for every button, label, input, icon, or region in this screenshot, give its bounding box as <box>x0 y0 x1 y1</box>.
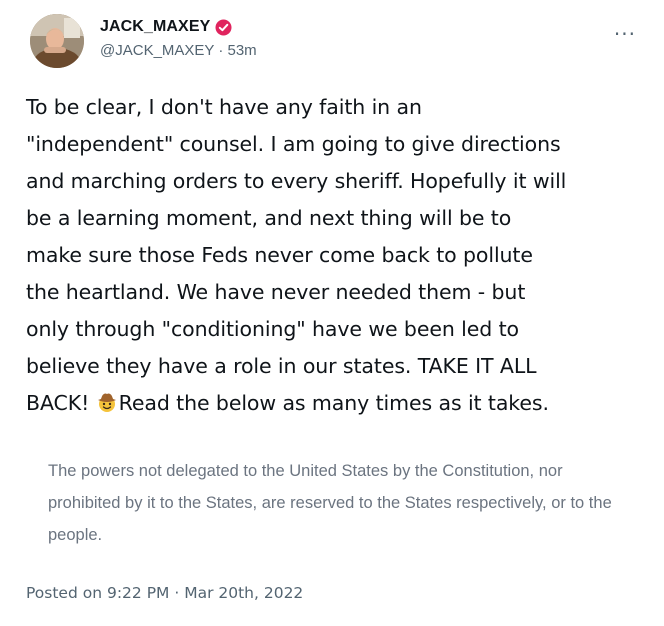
tweet-text: To be clear, I don't have any faith in a… <box>26 89 646 422</box>
cowboy-hat-face-icon <box>96 388 118 412</box>
more-options-icon[interactable]: ··· <box>614 24 636 44</box>
name-row: JACK_MAXEY <box>100 18 232 36</box>
time-ago[interactable]: 53m <box>228 42 257 59</box>
tweet-text-main: To be clear, I don't have any faith in a… <box>26 95 567 415</box>
posted-timestamp[interactable]: Posted on 9:22 PM · Mar 20th, 2022 <box>26 584 303 602</box>
handle[interactable]: @JACK_MAXEY <box>100 42 214 59</box>
quoted-passage: The powers not delegated to the United S… <box>48 462 612 544</box>
separator: · <box>214 42 228 59</box>
avatar[interactable] <box>30 14 84 68</box>
tweet-header: JACK_MAXEY @JACK_MAXEY · 53m ··· <box>24 14 644 70</box>
display-name[interactable]: JACK_MAXEY <box>100 18 210 36</box>
handle-row: @JACK_MAXEY · 53m <box>100 42 257 59</box>
verified-badge-icon <box>215 19 232 36</box>
tweet-text-end: Read the below as many times as it takes… <box>118 391 549 415</box>
